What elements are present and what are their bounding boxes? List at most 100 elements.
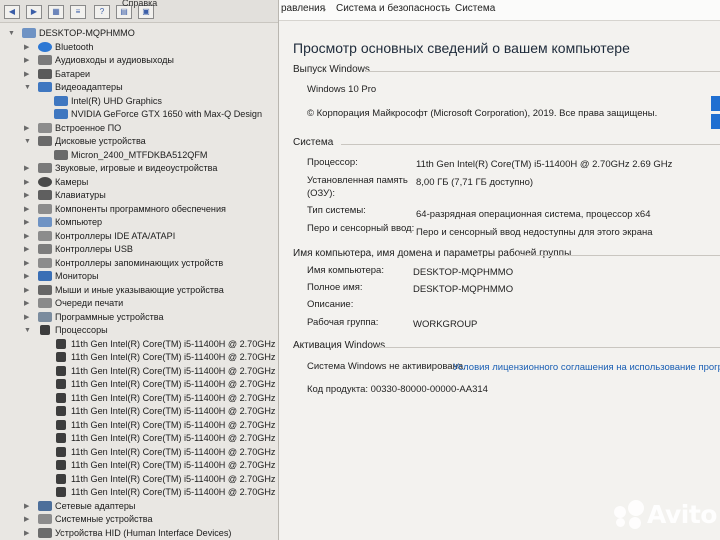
license-terms-link[interactable]: Условия лицензионного соглашения на испо… (453, 362, 720, 373)
processor-value: 11th Gen Intel(R) Core(TM) i5-11400H @ 2… (416, 159, 673, 170)
chevron-right-icon[interactable]: ▶ (24, 122, 34, 135)
device-label: Аудиовходы и аудиовыходы (55, 55, 174, 65)
firmware-icon (38, 122, 52, 133)
chevron-down-icon[interactable]: ▼ (24, 81, 34, 94)
chevron-right-icon[interactable]: ▶ (24, 41, 34, 54)
divider (375, 347, 720, 348)
chevron-right-icon[interactable]: ▶ (24, 189, 34, 202)
pen-touch-label: Перо и сенсорный ввод: (307, 223, 415, 234)
chevron-right-icon[interactable]: ▶ (24, 230, 34, 243)
ram-value: 8,00 ГБ (7,71 ГБ доступно) (416, 177, 534, 188)
avito-watermark: Avito (612, 498, 717, 532)
device-label: Bluetooth (55, 41, 94, 52)
processor-icon (56, 392, 66, 403)
device-label: Камеры (55, 176, 89, 187)
watermark-dot (629, 517, 641, 529)
edition-name: Windows 10 Pro (307, 84, 377, 95)
watermark-dot (616, 518, 625, 527)
pen-touch-value: Перо и сенсорный ввод недоступны для это… (416, 227, 653, 238)
chevron-right-icon[interactable]: ▶ (24, 311, 34, 324)
chevron-right-icon[interactable]: ▶ (24, 68, 34, 81)
computer-icon (22, 28, 36, 38)
print-queue-icon (38, 298, 52, 308)
ide-controller-icon (38, 230, 52, 241)
processor-icon (56, 473, 66, 484)
device-label: Программные устройства (55, 311, 164, 322)
ram-label: Установленная память (ОЗУ): (307, 175, 408, 199)
chevron-right-icon: › (442, 4, 445, 14)
chevron-right-icon[interactable]: ▶ (24, 284, 34, 297)
device-label: 11th Gen Intel(R) Core(TM) i5-11400H @ 2… (71, 473, 276, 484)
device-label: Контроллеры IDE ATA/ATAPI (55, 230, 176, 241)
divider (341, 144, 720, 145)
breadcrumb-system[interactable]: Система (455, 0, 495, 18)
device-label: NVIDIA GeForce GTX 1650 with Max-Q Desig… (71, 109, 263, 119)
device-label: Очереди печати (55, 298, 124, 308)
chevron-right-icon[interactable]: ▶ (24, 500, 34, 513)
chevron-right-icon[interactable]: ▶ (24, 176, 34, 189)
display-adapter-icon (54, 109, 68, 119)
computer-icon (38, 217, 52, 227)
device-label: Процессоры (55, 325, 108, 335)
processor-icon (56, 338, 66, 349)
display-adapter-icon (54, 95, 68, 106)
monitor-icon (38, 271, 52, 281)
processor-icon (40, 325, 50, 335)
audio-icon (38, 55, 52, 65)
processor-icon (56, 460, 66, 470)
full-name-label: Полное имя: (307, 282, 363, 293)
chevron-down-icon[interactable]: ▼ (8, 27, 18, 40)
chevron-right-icon[interactable]: ▶ (24, 243, 34, 256)
chevron-right-icon[interactable]: ▶ (24, 162, 34, 175)
chevron-right-icon[interactable]: ▶ (24, 216, 34, 229)
processor-icon (56, 365, 66, 376)
usb-icon (38, 244, 52, 254)
chevron-down-icon[interactable]: ▼ (24, 135, 34, 148)
device-label: 11th Gen Intel(R) Core(TM) i5-11400H @ 2… (71, 460, 276, 470)
breadcrumb-system-security[interactable]: Система и безопасность (336, 0, 450, 18)
properties-icon[interactable]: ▦ (48, 5, 64, 19)
tree-view-icon[interactable]: ≡ (70, 5, 86, 19)
menu-help[interactable]: Справка (122, 0, 157, 8)
processor-label: Процессор: (307, 157, 358, 168)
hid-icon (38, 527, 52, 538)
device-label: 11th Gen Intel(R) Core(TM) i5-11400H @ 2… (71, 352, 276, 362)
device-label: Батареи (55, 68, 91, 79)
device-label: Компьютер (55, 217, 103, 227)
processor-icon (56, 419, 66, 430)
chevron-right-icon[interactable]: ▶ (24, 527, 34, 540)
battery-icon (38, 68, 52, 79)
help-icon[interactable]: ? (94, 5, 110, 19)
chevron-right-icon: › (323, 4, 326, 14)
device-label: 11th Gen Intel(R) Core(TM) i5-11400H @ 2… (71, 406, 276, 416)
breadcrumb-control-panel[interactable]: равления (281, 0, 325, 18)
page-title: Просмотр основных сведений о вашем компь… (293, 40, 630, 56)
audio-icon (38, 163, 52, 173)
processor-icon (56, 352, 66, 362)
edition-heading: Выпуск Windows (293, 64, 370, 75)
bluetooth-icon (38, 41, 52, 52)
chevron-right-icon[interactable]: ▶ (24, 270, 34, 283)
chevron-right-icon[interactable]: ▶ (24, 513, 34, 526)
chevron-right-icon[interactable]: ▶ (24, 203, 34, 216)
device-label: 11th Gen Intel(R) Core(TM) i5-11400H @ 2… (71, 365, 276, 376)
computer-name-heading: Имя компьютера, имя домена и параметры р… (293, 248, 572, 259)
breadcrumb: равления › Система и безопасность › Сист… (279, 0, 720, 21)
chevron-right-icon[interactable]: ▶ (24, 257, 34, 270)
system-type-label: Тип системы: (307, 205, 366, 216)
chevron-right-icon[interactable]: ▶ (24, 54, 34, 67)
software-component-icon (38, 203, 52, 214)
watermark-text: Avito (647, 500, 717, 529)
back-icon[interactable]: ◀ (4, 5, 20, 19)
chevron-down-icon[interactable]: ▼ (24, 324, 34, 337)
device-manager-toolbar: ◀ ▶ ▦ ≡ ? ▤ ▣ Справка (0, 0, 278, 23)
description-label: Описание: (307, 299, 354, 310)
device-label: 11th Gen Intel(R) Core(TM) i5-11400H @ 2… (71, 379, 276, 389)
camera-icon (38, 176, 52, 187)
disk-icon (54, 149, 68, 160)
workgroup-value: WORKGROUP (413, 319, 478, 330)
forward-icon[interactable]: ▶ (26, 5, 42, 19)
device-manager-panel: ◀ ▶ ▦ ≡ ? ▤ ▣ Справка ▼ DESKTOP-MQPHMMO ▶ B… (0, 0, 279, 540)
chevron-right-icon[interactable]: ▶ (24, 297, 34, 310)
mouse-icon (38, 284, 52, 295)
